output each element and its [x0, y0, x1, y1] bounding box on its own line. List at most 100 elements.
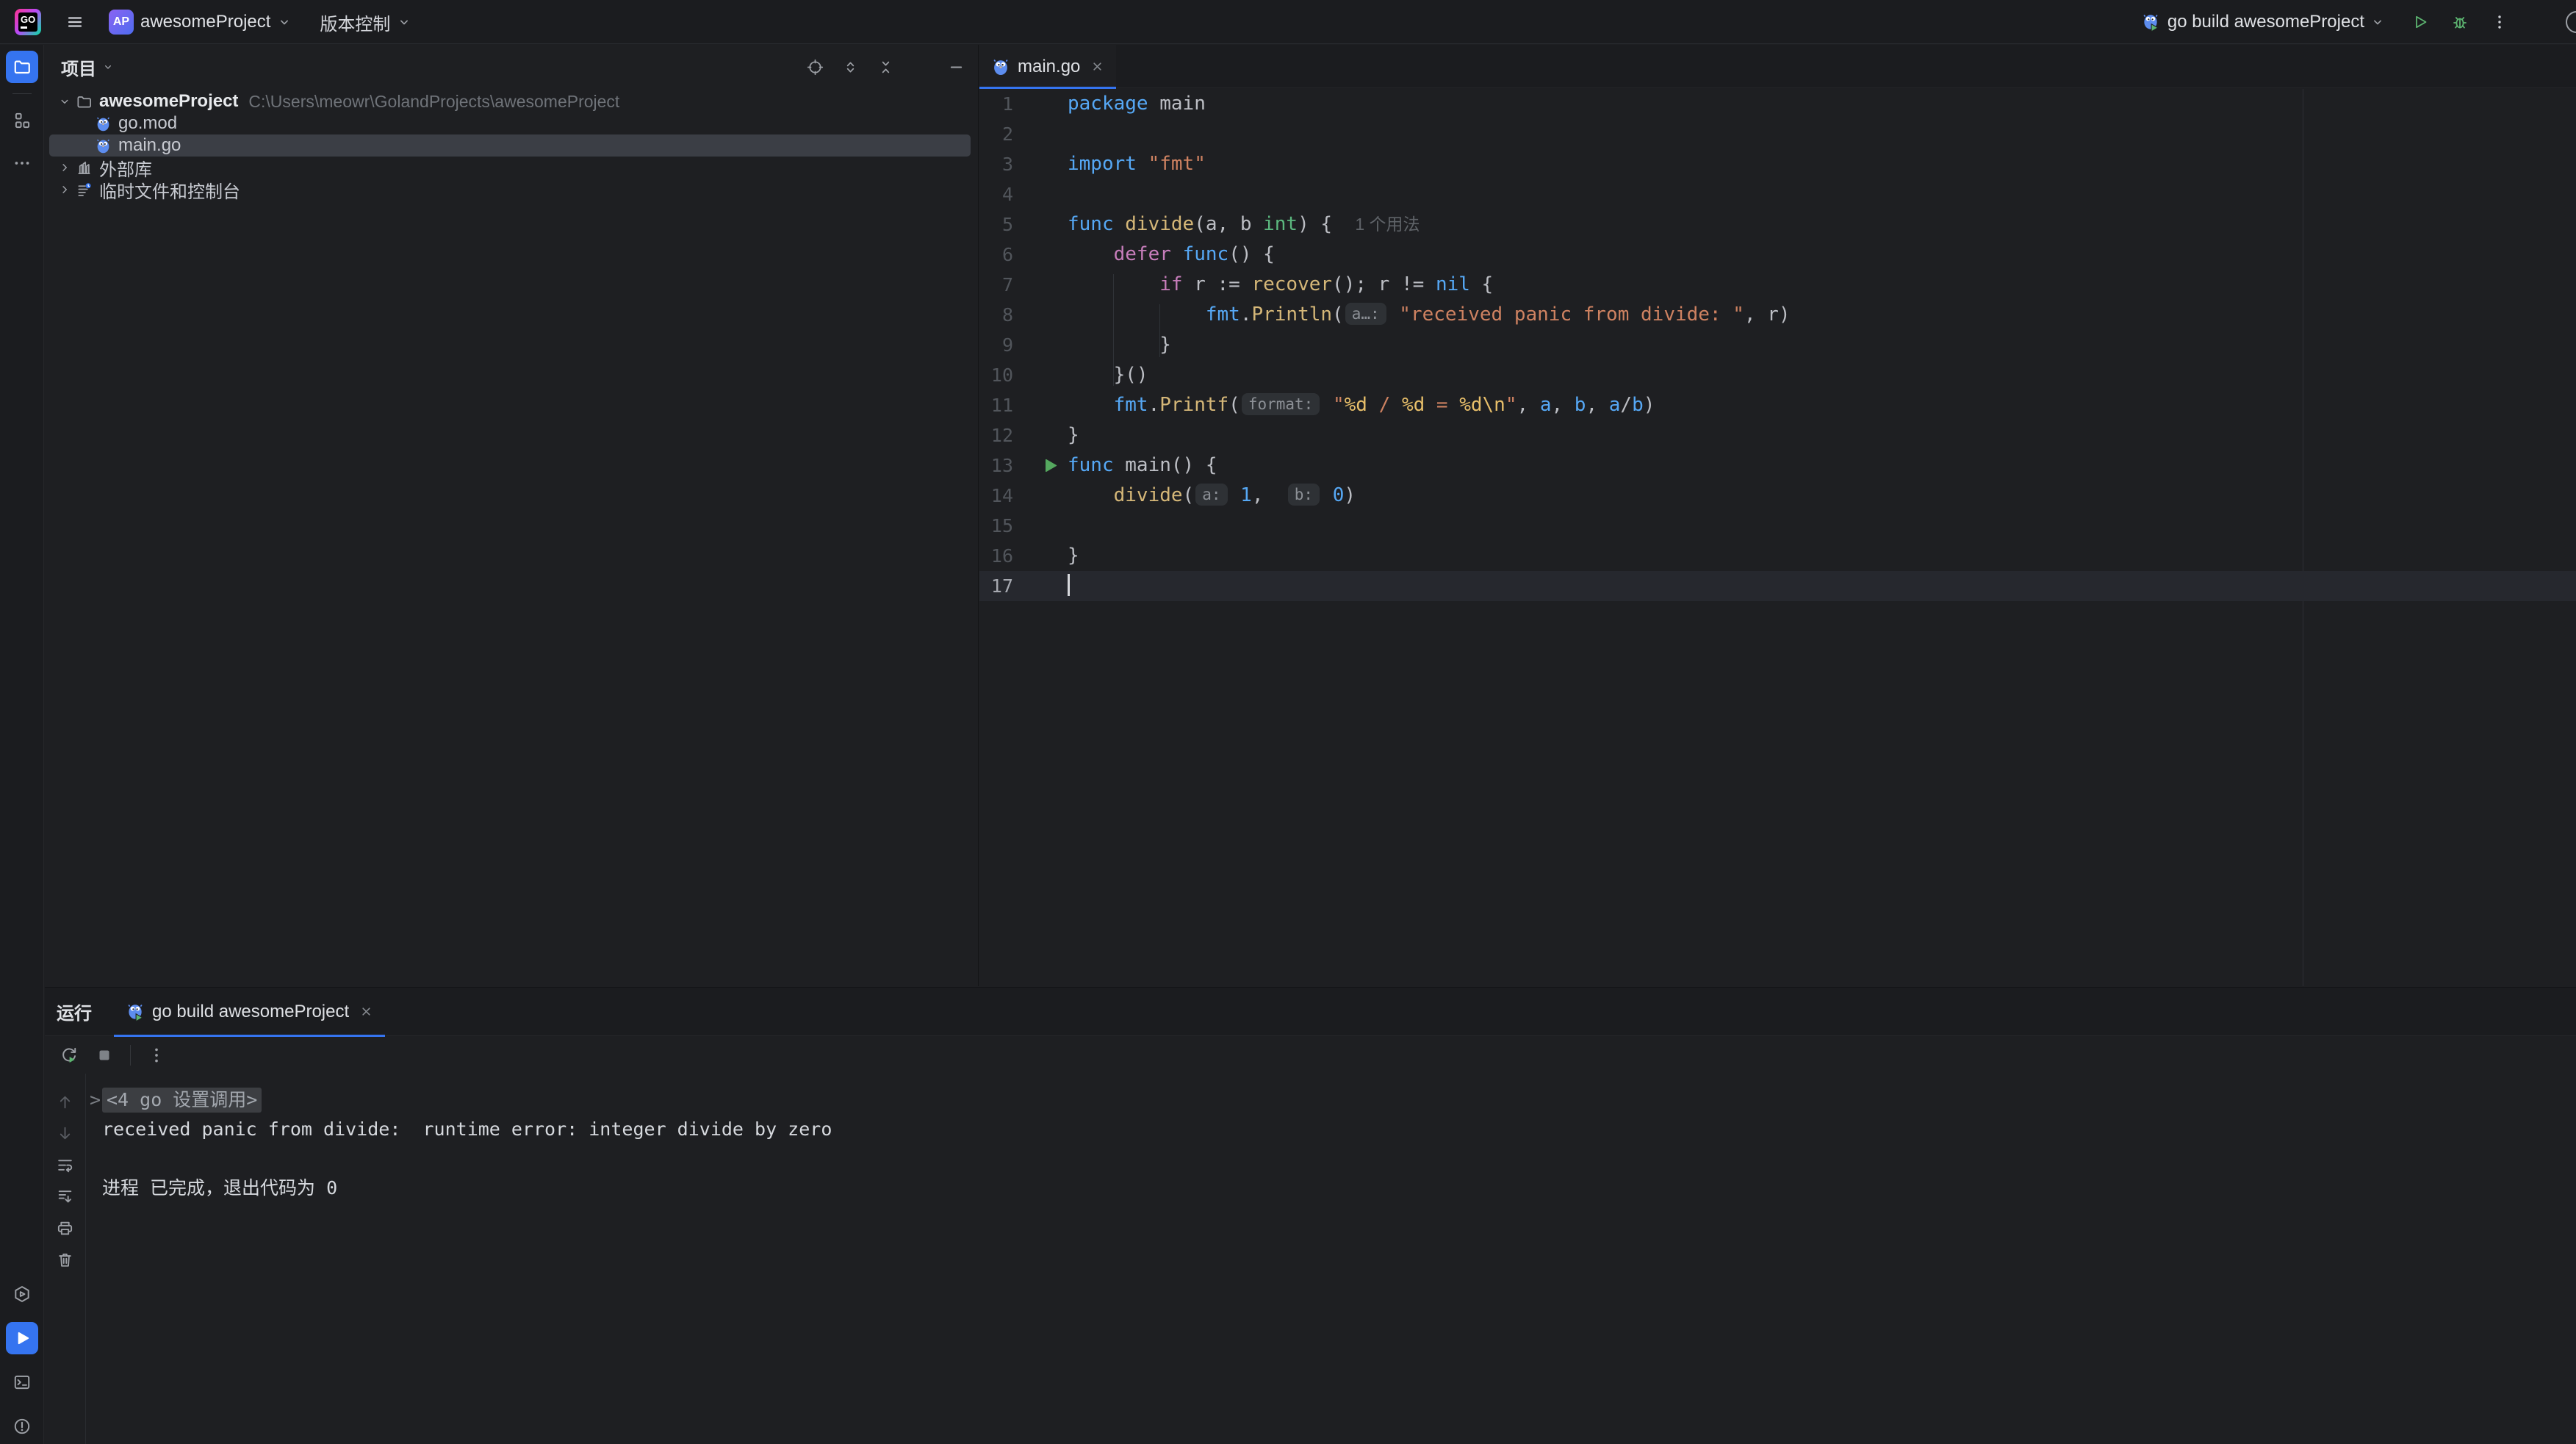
code-token: recover	[1251, 273, 1332, 295]
gopher-icon	[93, 137, 112, 154]
code-token: r :=	[1183, 273, 1252, 295]
code-token: (a, b	[1194, 213, 1263, 235]
more-button[interactable]	[143, 1041, 170, 1069]
folded-text[interactable]: <4 go 设置调用>	[102, 1088, 262, 1113]
console-output[interactable]: ><4 go 设置调用>received panic from divide: …	[87, 1074, 2576, 1444]
clear-button[interactable]	[55, 1249, 76, 1270]
chevron-right-icon[interactable]	[55, 183, 74, 196]
go-file-icon	[991, 57, 1010, 76]
code-line-11[interactable]: 11 fmt.Printf(format: "%d / %d = %d\n", …	[979, 390, 2576, 420]
kebab-menu-icon	[2491, 13, 2508, 31]
structure-icon	[12, 111, 32, 130]
debug-button[interactable]	[2442, 6, 2478, 38]
stripe-services-button[interactable]	[6, 1278, 38, 1310]
soft-wrap-button[interactable]	[55, 1154, 76, 1175]
arrow-down-button[interactable]	[55, 1123, 76, 1143]
code-token	[1114, 213, 1126, 235]
code-token: "	[1505, 394, 1517, 416]
code-line-13[interactable]: 13func main() {	[979, 450, 2576, 481]
code-line-7[interactable]: 7 if r := recover(); r != nil {	[979, 270, 2576, 300]
code-token: () {	[1228, 243, 1275, 265]
stripe-problems-button[interactable]	[6, 1410, 38, 1443]
code-token: ,	[1586, 394, 1608, 416]
arrow-up-button[interactable]	[55, 1091, 76, 1112]
code-token: Printf	[1159, 394, 1228, 416]
locate-button[interactable]	[800, 52, 830, 82]
stripe-structure-button[interactable]	[6, 104, 38, 137]
code-line-3[interactable]: 3import "fmt"	[979, 149, 2576, 179]
code-line-12[interactable]: 12}	[979, 420, 2576, 450]
vcs-widget[interactable]: 版本控制	[311, 6, 420, 38]
more-options-button[interactable]	[906, 52, 935, 82]
code-token: "fmt"	[1148, 153, 1206, 175]
project-tree: awesomeProjectC:\Users\meowr\GolandProje…	[45, 90, 978, 986]
code-text: defer func() {	[1068, 240, 2576, 270]
code-text: }	[1068, 541, 2576, 571]
stripe-more-tools-button[interactable]	[6, 147, 38, 179]
code-token: int	[1263, 213, 1298, 235]
hide-button[interactable]	[941, 52, 971, 82]
code-token: %d	[1459, 394, 1482, 416]
code-token	[1171, 243, 1183, 265]
clear-icon	[56, 1251, 74, 1269]
code-line-10[interactable]: 10 }()	[979, 360, 2576, 390]
run-tab[interactable]: go build awesomeProject	[114, 988, 385, 1036]
code-token	[1068, 303, 1206, 326]
expand-all-button[interactable]	[835, 52, 865, 82]
code-token	[1068, 394, 1114, 416]
code-line-14[interactable]: 14 divide(a: 1, b: 0)	[979, 481, 2576, 511]
code-token	[1388, 303, 1400, 326]
code-token: "received panic from divide: "	[1399, 303, 1744, 326]
stripe-project-folder-button[interactable]	[6, 51, 38, 83]
code-line-4[interactable]: 4	[979, 179, 2576, 209]
project-widget[interactable]: AP awesomeProject	[100, 6, 301, 38]
code-line-15[interactable]: 15	[979, 511, 2576, 541]
code-token: main	[1148, 93, 1206, 115]
code-line-6[interactable]: 6 defer func() {	[979, 240, 2576, 270]
run-button[interactable]	[2403, 6, 2438, 38]
code-text: divide(a: 1, b: 0)	[1068, 481, 2576, 511]
code-line-5[interactable]: 5func divide(a, b int) { 1 个用法	[979, 209, 2576, 240]
tree-item-main-go[interactable]: main.go	[49, 134, 971, 157]
tree-item--[interactable]: 外部库	[49, 157, 971, 179]
code-line-2[interactable]: 2	[979, 119, 2576, 149]
stripe-terminal-button[interactable]	[6, 1366, 38, 1398]
run-config-name[interactable]: go build awesomeProject	[2167, 12, 2364, 32]
code-line-8[interactable]: 8 fmt.Println(a…: "received panic from d…	[979, 300, 2576, 330]
code-text: func main() {	[1068, 450, 2576, 481]
code-token: a	[1609, 394, 1621, 416]
expand-all-icon	[842, 59, 859, 76]
chevron-right-icon[interactable]	[55, 161, 74, 174]
project-panel-title[interactable]: 项目	[61, 54, 115, 80]
code-token: b	[1575, 394, 1586, 416]
code-editor[interactable]: 1package main23import "fmt"45func divide…	[979, 89, 2576, 986]
rerun-button[interactable]	[55, 1041, 83, 1069]
code-line-16[interactable]: 16}	[979, 541, 2576, 571]
code-line-1[interactable]: 1package main	[979, 89, 2576, 119]
chevron-down-icon	[102, 61, 114, 73]
line-number: 10	[979, 360, 1068, 390]
fold-expand-icon[interactable]: >	[90, 1085, 101, 1115]
chevron-down-icon[interactable]	[55, 95, 74, 108]
tree-item-awesomeproject[interactable]: awesomeProjectC:\Users\meowr\GolandProje…	[49, 90, 971, 112]
code-line-17[interactable]: 17	[979, 571, 2576, 601]
tab-main-go[interactable]: main.go	[979, 45, 1116, 88]
stripe-run-fill-button[interactable]	[6, 1322, 38, 1354]
code-line-9[interactable]: 9 }	[979, 330, 2576, 360]
tree-item--[interactable]: 临时文件和控制台	[49, 179, 971, 201]
stop-button[interactable]	[90, 1041, 118, 1069]
line-number: 8	[979, 300, 1068, 330]
close-icon[interactable]	[359, 1005, 373, 1019]
print-button[interactable]	[55, 1218, 76, 1238]
run-tool-window: 运行 go build awesomeProject ><4 go 设置调用>r…	[45, 987, 2576, 1444]
close-icon[interactable]	[1090, 60, 1104, 73]
code-text: import "fmt"	[1068, 149, 2576, 179]
more-actions-button[interactable]	[2482, 6, 2517, 38]
collapse-all-button[interactable]	[871, 52, 900, 82]
code-token: %d	[1402, 394, 1425, 416]
scroll-end-button[interactable]	[55, 1186, 76, 1207]
main-menu-button[interactable]	[57, 6, 93, 38]
code-token	[1321, 484, 1333, 506]
tree-item-go-mod[interactable]: go.mod	[49, 112, 971, 134]
run-main-gutter-icon[interactable]	[1041, 456, 1059, 475]
